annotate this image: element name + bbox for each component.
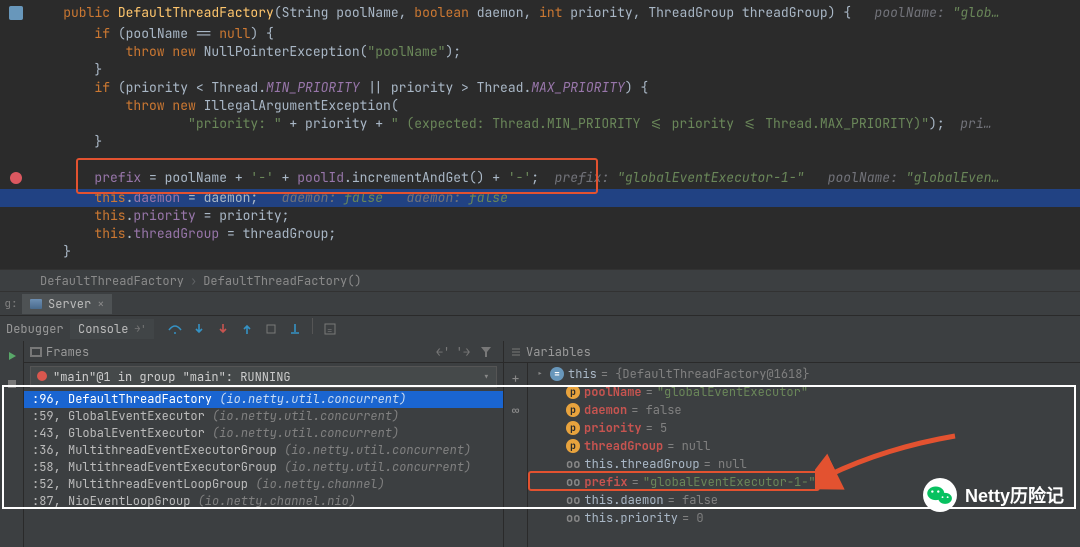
breadcrumb-item[interactable]: DefaultThreadFactory	[40, 273, 184, 289]
inline-watch-badge-icon: oo	[566, 455, 580, 473]
evaluate-expression-icon[interactable]: =	[319, 318, 341, 340]
frames-icon	[30, 347, 42, 357]
prev-frame-icon[interactable]: ←'	[435, 341, 451, 363]
code-line[interactable]: }	[0, 133, 1080, 151]
breadcrumb-separator: ›	[190, 273, 197, 289]
code-line[interactable]: this.priority = priority;	[0, 207, 1080, 225]
stack-frame[interactable]: :43, GlobalEventExecutor (io.netty.util.…	[24, 425, 503, 442]
variable-row[interactable]: pdaemon = false	[532, 401, 818, 419]
inline-watch-badge-icon: oo	[566, 491, 580, 509]
thread-dump-icon[interactable]	[1, 373, 23, 395]
variable-row[interactable]: pthreadGroup = null	[532, 437, 818, 455]
tool-window-label: g:	[0, 297, 22, 311]
frames-panel: Frames ←' '→ "main"@1 in group "main": R…	[24, 341, 504, 547]
code-line[interactable]	[0, 151, 1080, 169]
code-line[interactable]: throw new IllegalArgumentException(	[0, 97, 1080, 115]
tab-console[interactable]: Console →'	[70, 319, 154, 339]
stack-frame[interactable]: :58, MultithreadEventExecutorGroup (io.n…	[24, 459, 503, 476]
variable-row[interactable]: oothis.daemon = false	[532, 491, 818, 509]
parameter-badge-icon: p	[566, 439, 580, 453]
force-step-into-icon[interactable]	[212, 318, 234, 340]
frames-list[interactable]: :96, DefaultThreadFactory (io.netty.util…	[24, 391, 503, 510]
inline-watch-icon[interactable]: ∞	[505, 399, 527, 421]
console-output-icon: →'	[134, 322, 146, 335]
rerun-icon[interactable]	[1, 345, 23, 367]
expand-icon[interactable]: ▸	[534, 365, 546, 383]
method-marker-icon[interactable]	[9, 6, 23, 20]
step-out-icon[interactable]	[236, 318, 258, 340]
variable-row[interactable]: ooprefix = "globalEventExecutor-1-"	[532, 473, 818, 491]
code-line[interactable]: }	[0, 61, 1080, 79]
inline-watch-badge-icon: oo	[566, 509, 580, 527]
run-tab-bar: g: Server ×	[0, 291, 1080, 315]
step-over-icon[interactable]	[164, 318, 186, 340]
variables-icon	[510, 347, 522, 357]
code-line[interactable]: if (poolName == null) {	[0, 25, 1080, 43]
run-tab-server[interactable]: Server ×	[22, 294, 112, 314]
parameter-badge-icon: p	[566, 421, 580, 435]
run-tab-label: Server	[48, 296, 91, 312]
variables-tree[interactable]: ▸=this = {DefaultThreadFactory@1618}ppoo…	[528, 363, 822, 547]
variable-row[interactable]: ppriority = 5	[532, 419, 818, 437]
code-line[interactable]: }	[0, 243, 1080, 261]
tab-debugger[interactable]: Debugger	[0, 321, 70, 337]
close-icon[interactable]: ×	[97, 296, 104, 312]
breakpoint-icon[interactable]	[10, 172, 22, 184]
frames-header-label: Frames	[46, 344, 89, 360]
code-line[interactable]: public DefaultThreadFactory(String poolN…	[0, 4, 1080, 25]
parameter-badge-icon: p	[566, 385, 580, 399]
code-line[interactable]: if (priority < Thread.MIN_PRIORITY || pr…	[0, 79, 1080, 97]
drop-frame-icon[interactable]	[260, 318, 282, 340]
new-watch-icon[interactable]: +	[505, 367, 527, 389]
svg-text:=: =	[327, 324, 332, 336]
next-frame-icon[interactable]: '→	[455, 341, 471, 363]
variable-row[interactable]: ▸=this = {DefaultThreadFactory@1618}	[532, 365, 818, 383]
this-badge-icon: =	[550, 367, 564, 381]
code-line[interactable]: throw new NullPointerException("poolName…	[0, 43, 1080, 61]
variable-row[interactable]: oothis.threadGroup = null	[532, 455, 818, 473]
stack-frame[interactable]: :52, MultithreadEventLoopGroup (io.netty…	[24, 476, 503, 493]
stack-frame[interactable]: :87, NioEventLoopGroup (io.netty.channel…	[24, 493, 503, 510]
filter-icon[interactable]	[475, 341, 497, 363]
wechat-text: Netty历险记	[965, 482, 1064, 508]
stack-frame[interactable]: :59, GlobalEventExecutor (io.netty.util.…	[24, 408, 503, 425]
stack-frame[interactable]: :36, MultithreadEventExecutorGroup (io.n…	[24, 442, 503, 459]
thread-status-icon	[37, 371, 47, 381]
code-line[interactable]: "priority: " + priority + " (expected: T…	[0, 115, 1080, 133]
code-line[interactable]: prefix = poolName + '-' + poolId.increme…	[0, 169, 1080, 189]
breadcrumb: DefaultThreadFactory › DefaultThreadFact…	[0, 269, 1080, 291]
thread-selector[interactable]: "main"@1 in group "main": RUNNING ▾	[30, 366, 497, 388]
step-into-icon[interactable]	[188, 318, 210, 340]
run-config-icon	[30, 299, 42, 309]
breadcrumb-item[interactable]: DefaultThreadFactory()	[203, 273, 361, 289]
chevron-down-icon: ▾	[483, 369, 490, 385]
code-line[interactable]: this.threadGroup = threadGroup;	[0, 225, 1080, 243]
variable-row[interactable]: ppoolName = "globalEventExecutor"	[532, 383, 818, 401]
inline-watch-badge-icon: oo	[566, 473, 580, 491]
wechat-watermark: Netty历险记	[923, 478, 1064, 512]
thread-label: "main"@1 in group "main": RUNNING	[53, 369, 291, 385]
variables-panel: Variables + ∞ ▸=this = {DefaultThreadFac…	[504, 341, 1080, 547]
stack-frame[interactable]: :96, DefaultThreadFactory (io.netty.util…	[24, 391, 503, 408]
console-tab-label: Console	[78, 321, 128, 337]
variable-row[interactable]: oothis.priority = 0	[532, 509, 818, 527]
variables-header-label: Variables	[526, 344, 591, 360]
code-editor[interactable]: public DefaultThreadFactory(String poolN…	[0, 0, 1080, 269]
wechat-icon	[923, 478, 957, 512]
run-to-cursor-icon[interactable]	[284, 318, 306, 340]
debug-toolbar: Debugger Console →' =	[0, 315, 1080, 341]
code-line[interactable]: this.daemon = daemon; daemon: false daem…	[0, 189, 1080, 207]
parameter-badge-icon: p	[566, 403, 580, 417]
